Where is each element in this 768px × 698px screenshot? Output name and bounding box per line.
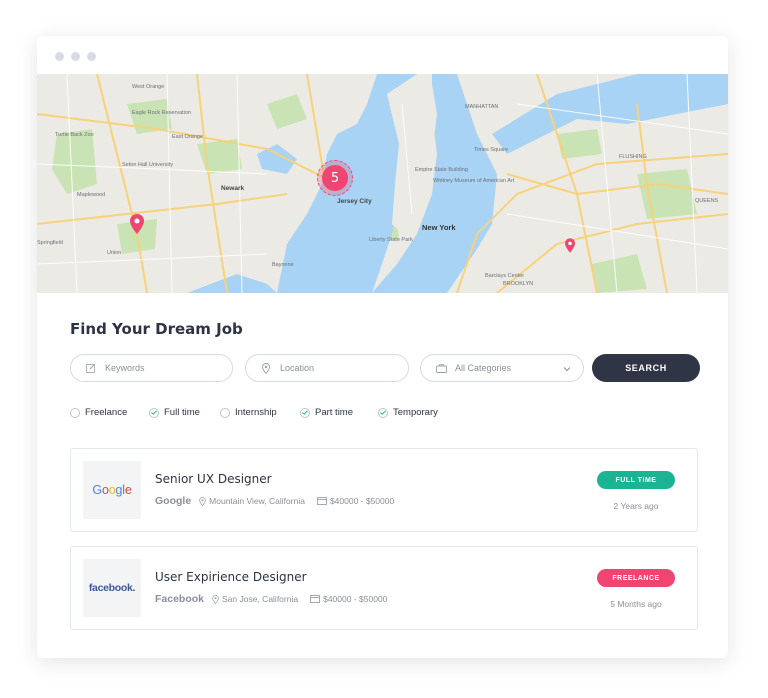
search-button[interactable]: SEARCH: [592, 354, 700, 382]
filter-label: Internship: [235, 407, 277, 418]
company-logo: facebook.: [83, 559, 141, 617]
map-label: Eagle Rock Reservation: [132, 110, 192, 116]
facebook-logo: facebook.: [88, 582, 136, 594]
company-logo: Google: [83, 461, 141, 519]
map-label: Newark: [221, 185, 245, 192]
job-type-badge: FREELANCE: [597, 569, 675, 587]
window-minimize-dot[interactable]: [71, 52, 80, 61]
map-label: West Orange: [132, 84, 165, 90]
map-pin-icon[interactable]: [565, 238, 575, 253]
edit-icon: [85, 363, 97, 373]
category-value: All Categories: [455, 363, 512, 373]
filter-label: Temporary: [393, 407, 438, 418]
browser-window: West Orange East Orange Turtle Back Zoo …: [37, 36, 728, 658]
posted-time: 5 Months ago: [610, 599, 662, 609]
category-select[interactable]: All Categories: [420, 354, 584, 382]
map-label: New York: [422, 223, 456, 232]
map-label: Bayonne: [272, 262, 294, 268]
map-label: Liberty State Park: [369, 237, 413, 243]
company-name: Google: [155, 495, 192, 507]
job-card[interactable]: facebook. User Expirience Designer Faceb…: [70, 546, 698, 630]
briefcase-icon: [435, 363, 447, 373]
window-maximize-dot[interactable]: [87, 52, 96, 61]
job-title[interactable]: User Expirience Designer: [155, 570, 307, 584]
chevron-down-icon: [563, 364, 571, 374]
map-label: Empire State Building: [415, 167, 468, 173]
filter-part-time[interactable]: Part time: [300, 407, 353, 418]
checkbox-unchecked[interactable]: [70, 407, 80, 418]
money-icon: [310, 595, 321, 603]
map-canvas: [37, 74, 728, 293]
map-label: Turtle Back Zoo: [55, 132, 94, 138]
money-icon: [316, 497, 327, 505]
map-label: Barclays Center: [485, 273, 525, 279]
checkbox-checked-icon[interactable]: [378, 407, 388, 418]
map-label: Times Square: [474, 147, 509, 153]
location-text: Mountain View, California: [209, 496, 305, 506]
cluster-count: 5: [322, 165, 348, 191]
map-label: Seton Hall University: [122, 162, 174, 168]
keywords-placeholder: Keywords: [105, 363, 145, 373]
location-pin-icon: [199, 496, 206, 506]
location-field[interactable]: Location: [245, 354, 409, 382]
map-label: MANHATTAN: [465, 104, 499, 110]
map-cluster-marker[interactable]: 5: [317, 160, 353, 196]
location-pin-icon: [260, 362, 272, 374]
map-label: Jersey City: [337, 198, 372, 205]
window-titlebar: [37, 36, 728, 74]
map-label: Union: [107, 250, 122, 256]
checkbox-checked-icon[interactable]: [149, 407, 159, 418]
map[interactable]: West Orange East Orange Turtle Back Zoo …: [37, 74, 728, 293]
filter-freelance[interactable]: Freelance: [70, 407, 127, 418]
location-pin-icon: [212, 594, 219, 604]
map-label: East Orange: [172, 134, 203, 140]
job-meta: Google Mountain View, California $40000 …: [155, 495, 404, 507]
map-label: FLUSHING: [619, 154, 647, 160]
company-name: Facebook: [155, 593, 205, 605]
window-close-dot[interactable]: [55, 52, 64, 61]
job-location: Mountain View, California: [199, 496, 305, 506]
job-type-badge: FULL TIME: [597, 471, 675, 489]
location-text: San Jose, California: [222, 594, 299, 604]
filter-temporary[interactable]: Temporary: [378, 407, 438, 418]
map-label: BROOKLYN: [503, 281, 534, 287]
filter-label: Full time: [164, 407, 200, 418]
map-label: Maplewood: [77, 192, 106, 198]
google-logo: Google: [92, 483, 132, 497]
keywords-field[interactable]: Keywords: [70, 354, 233, 382]
filter-label: Part time: [315, 407, 354, 418]
job-title[interactable]: Senior UX Designer: [155, 472, 272, 486]
job-salary: $40000 - $50000: [316, 496, 395, 506]
filter-internship[interactable]: Internship: [220, 407, 277, 418]
salary-text: $40000 - $50000: [329, 496, 395, 506]
map-label: Springfield: [37, 240, 63, 246]
location-placeholder: Location: [280, 363, 315, 373]
map-pin-icon[interactable]: [130, 214, 144, 234]
checkbox-unchecked[interactable]: [220, 407, 230, 418]
job-location: San Jose, California: [212, 594, 298, 604]
salary-text: $40000 - $50000: [323, 594, 388, 604]
checkbox-checked-icon[interactable]: [300, 407, 310, 418]
job-meta: Facebook San Jose, California $40000 - $…: [155, 593, 397, 605]
page-title: Find Your Dream Job: [70, 320, 243, 338]
map-label: QUEENS: [695, 198, 719, 204]
posted-time: 2 Years ago: [613, 501, 659, 511]
filter-label: Freelance: [85, 407, 128, 418]
map-label: Whitney Museum of American Art: [433, 178, 515, 184]
job-salary: $40000 - $50000: [310, 594, 387, 604]
job-card[interactable]: Google Senior UX Designer Google Mountai…: [70, 448, 698, 532]
filter-full-time[interactable]: Full time: [149, 407, 200, 418]
